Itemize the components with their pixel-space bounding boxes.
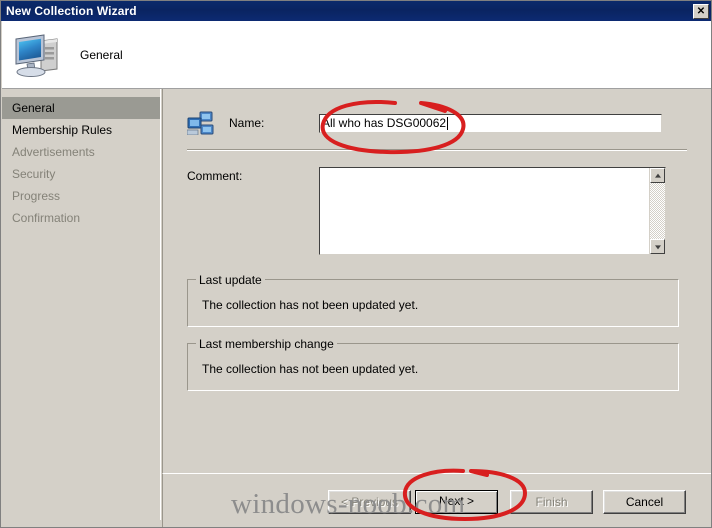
computer-icon: [10, 29, 66, 81]
name-label: Name:: [229, 116, 265, 130]
close-icon[interactable]: ✕: [693, 3, 709, 19]
sidebar-item-general[interactable]: General: [2, 97, 160, 119]
name-input[interactable]: All who has DSG00062: [319, 113, 662, 133]
sidebar-item-membership-rules[interactable]: Membership Rules: [2, 119, 160, 141]
comment-label: Comment:: [187, 169, 243, 183]
title-bar: New Collection Wizard ✕: [1, 1, 711, 21]
finish-button: Finish: [510, 490, 593, 514]
page-title: General: [80, 47, 123, 62]
sidebar-item-security: Security: [12, 167, 56, 181]
section-divider: [187, 149, 687, 151]
wizard-steps-sidebar: General Membership Rules Advertisements …: [2, 89, 161, 520]
new-collection-wizard-window: New Collection Wizard ✕ General General …: [0, 0, 712, 528]
name-row: Name: All who has DSG00062: [186, 109, 687, 137]
window-title: New Collection Wizard: [6, 4, 137, 18]
last-membership-change-legend: Last membership change: [196, 337, 337, 351]
comment-textarea[interactable]: [319, 167, 666, 255]
sidebar-item-progress: Progress: [12, 189, 61, 203]
comment-scrollbar[interactable]: [649, 168, 665, 254]
text-caret: [447, 116, 449, 130]
wizard-header: General: [2, 21, 711, 89]
comment-text[interactable]: [320, 168, 649, 254]
next-button[interactable]: Next >: [415, 490, 498, 514]
last-membership-change-group: Last membership change The collection ha…: [187, 337, 679, 391]
sidebar-item-advertisements: Advertisements: [12, 145, 95, 159]
name-input-value: All who has DSG00062: [322, 115, 447, 130]
scroll-up-icon[interactable]: [650, 168, 665, 183]
previous-button: < Previous: [328, 490, 411, 514]
title-bar-buttons: ✕: [693, 3, 709, 19]
wizard-button-bar: < Previous Next > Finish Cancel: [162, 473, 711, 527]
cancel-button[interactable]: Cancel: [603, 490, 686, 514]
last-update-group: Last update The collection has not been …: [187, 273, 679, 327]
scroll-down-icon[interactable]: [650, 239, 665, 254]
collection-computers-icon: [186, 111, 215, 136]
general-page-content: Name: All who has DSG00062 Comment: Last…: [162, 89, 711, 473]
last-update-legend: Last update: [196, 273, 265, 287]
comment-row: Comment:: [187, 167, 687, 255]
sidebar-item-confirmation: Confirmation: [12, 211, 81, 225]
